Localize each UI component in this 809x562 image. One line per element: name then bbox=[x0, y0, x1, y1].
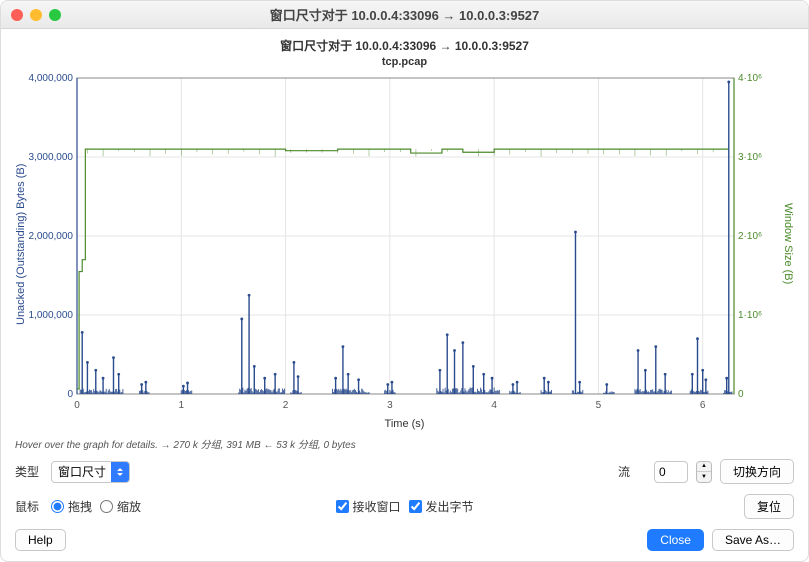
type-select[interactable]: 窗口尺寸 bbox=[51, 461, 130, 483]
recv-window-check[interactable]: 接收窗口 bbox=[335, 498, 400, 515]
mouse-drag-label: 拖拽 bbox=[68, 498, 92, 515]
svg-text:1·10⁶: 1·10⁶ bbox=[738, 310, 762, 321]
flow-stepper: ▲ ▼ bbox=[696, 461, 712, 483]
svg-text:6: 6 bbox=[700, 400, 706, 411]
controls: 类型 窗口尺寸 流 ▲ ▼ 切换方向 bbox=[15, 459, 794, 519]
svg-text:3·10⁶: 3·10⁶ bbox=[738, 152, 762, 163]
svg-text:4: 4 bbox=[491, 400, 497, 411]
flow-input[interactable] bbox=[654, 461, 688, 483]
sent-bytes-input[interactable] bbox=[409, 500, 422, 513]
chart-area[interactable]: Unacked (Outstanding) Bytes (B) 001,000,… bbox=[15, 72, 794, 416]
hover-hint: Hover over the graph for details. → 270 … bbox=[15, 436, 794, 451]
sent-bytes-check[interactable]: 发出字节 bbox=[409, 498, 474, 515]
mouse-label: 鼠标 bbox=[15, 498, 43, 515]
type-label: 类型 bbox=[15, 463, 43, 480]
reset-button[interactable]: 复位 bbox=[744, 494, 794, 519]
mouse-drag-radio[interactable]: 拖拽 bbox=[51, 498, 92, 515]
type-select-wrap: 窗口尺寸 bbox=[51, 461, 130, 483]
svg-text:2,000,000: 2,000,000 bbox=[29, 231, 74, 242]
help-button[interactable]: Help bbox=[15, 529, 66, 551]
switch-direction-button[interactable]: 切换方向 bbox=[720, 459, 794, 484]
flow-step-up[interactable]: ▲ bbox=[697, 462, 711, 472]
svg-text:0: 0 bbox=[74, 400, 80, 411]
traffic-lights bbox=[11, 9, 61, 21]
svg-text:3,000,000: 3,000,000 bbox=[29, 152, 74, 163]
close-window-icon[interactable] bbox=[11, 9, 23, 21]
mouse-zoom-radio[interactable]: 缩放 bbox=[100, 498, 141, 515]
mouse-zoom-input[interactable] bbox=[100, 500, 113, 513]
recv-window-label: 接收窗口 bbox=[352, 498, 400, 515]
svg-text:1: 1 bbox=[179, 400, 185, 411]
svg-text:5: 5 bbox=[596, 400, 602, 411]
flow-step-down[interactable]: ▼ bbox=[697, 472, 711, 482]
svg-text:2·10⁶: 2·10⁶ bbox=[738, 231, 762, 242]
zoom-window-icon[interactable] bbox=[49, 9, 61, 21]
svg-text:2: 2 bbox=[283, 400, 289, 411]
svg-text:3: 3 bbox=[387, 400, 393, 411]
flow-label: 流 bbox=[618, 463, 646, 480]
y-axis-right-label: Window Size (B) bbox=[782, 72, 794, 416]
close-button[interactable]: Close bbox=[647, 529, 704, 551]
y-axis-left-label: Unacked (Outstanding) Bytes (B) bbox=[15, 72, 27, 416]
content-area: 窗口尺寸对于 10.0.0.4:33096 → 10.0.0.3:9527 tc… bbox=[1, 29, 808, 561]
chart-title: 窗口尺寸对于 10.0.0.4:33096 → 10.0.0.3:9527 bbox=[15, 37, 794, 54]
svg-text:0: 0 bbox=[67, 389, 73, 400]
plot-canvas[interactable]: 001,000,0001·10⁶2,000,0002·10⁶3,000,0003… bbox=[27, 72, 782, 416]
window-title: 窗口尺寸对于 10.0.0.4:33096 → 10.0.0.3:9527 bbox=[1, 5, 808, 24]
svg-text:0: 0 bbox=[738, 389, 744, 400]
mouse-drag-input[interactable] bbox=[51, 500, 64, 513]
footer: Help Close Save As… bbox=[15, 529, 794, 551]
save-as-button[interactable]: Save As… bbox=[712, 529, 794, 551]
app-window: 窗口尺寸对于 10.0.0.4:33096 → 10.0.0.3:9527 窗口… bbox=[0, 0, 809, 562]
mouse-zoom-label: 缩放 bbox=[117, 498, 141, 515]
svg-text:4·10⁶: 4·10⁶ bbox=[738, 73, 762, 84]
minimize-window-icon[interactable] bbox=[30, 9, 42, 21]
sent-bytes-label: 发出字节 bbox=[426, 498, 474, 515]
x-axis-label: Time (s) bbox=[15, 418, 794, 430]
titlebar[interactable]: 窗口尺寸对于 10.0.0.4:33096 → 10.0.0.3:9527 bbox=[1, 1, 808, 29]
svg-text:1,000,000: 1,000,000 bbox=[29, 310, 74, 321]
svg-text:4,000,000: 4,000,000 bbox=[29, 73, 74, 84]
chart-subtitle: tcp.pcap bbox=[15, 56, 794, 68]
recv-window-input[interactable] bbox=[335, 500, 348, 513]
